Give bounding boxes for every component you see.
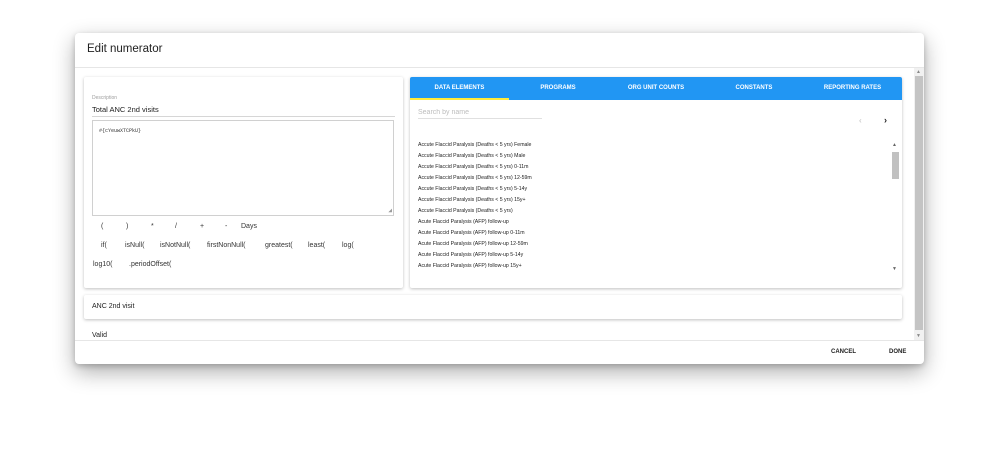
dialog-scrollbar-thumb[interactable] (915, 76, 923, 330)
description-input[interactable] (92, 105, 392, 114)
active-tab-indicator (410, 98, 509, 100)
operator-open-paren-button[interactable]: ( (101, 223, 103, 230)
expression-textarea[interactable]: #{cYeuwXTCPkU} ◢ (92, 120, 394, 216)
function-if-button[interactable]: if( (101, 242, 107, 249)
expression-description-panel: ANC 2nd visit (84, 295, 902, 319)
tab-programs[interactable]: PROGRAMS (509, 77, 607, 100)
list-item[interactable]: Acute Flaccid Paralysis (AFP) follow-up … (418, 261, 888, 272)
operator-minus-button[interactable]: - (225, 223, 227, 230)
chevron-left-icon[interactable]: ‹ (859, 116, 862, 125)
function-greatest-button[interactable]: greatest( (265, 242, 293, 249)
description-label: Description (92, 95, 118, 101)
chevron-right-icon[interactable]: › (884, 115, 887, 125)
dialog-title: Edit numerator (87, 43, 163, 55)
function-isnull-button[interactable]: isNull( (125, 242, 144, 249)
tab-reporting-rates[interactable]: REPORTING RATES (803, 77, 902, 100)
dialog-actions: CANCEL DONE (75, 340, 924, 364)
list-item[interactable]: Acute Flaccid Paralysis (AFP) follow-up (418, 217, 888, 228)
list-item[interactable]: Acute Flaccid Paralysis (AFP) follow-up … (418, 228, 888, 239)
function-firstnonnull-button[interactable]: firstNonNull( (207, 242, 246, 249)
function-log10-button[interactable]: log10( (93, 261, 112, 268)
scroll-down-icon[interactable]: ▼ (916, 333, 921, 339)
cancel-button[interactable]: CANCEL (831, 349, 856, 355)
validation-status: Valid (92, 332, 108, 339)
picker-tab-bar: DATA ELEMENTS PROGRAMS ORG UNIT COUNTS C… (410, 77, 902, 100)
expression-editor-panel: Description #{cYeuwXTCPkU} ◢ ( ) * / + -… (84, 77, 403, 288)
list-scrollbar[interactable]: ▲ ▼ (890, 142, 899, 272)
operator-divide-button[interactable]: / (175, 223, 177, 230)
dialog-content: Description #{cYeuwXTCPkU} ◢ ( ) * / + -… (75, 67, 924, 341)
scroll-down-icon[interactable]: ▼ (892, 266, 897, 272)
operator-days-button[interactable]: Days (241, 223, 257, 230)
list-item[interactable]: Accute Flaccid Paralysis (Deaths < 5 yrs… (418, 151, 888, 162)
list-item[interactable]: Accute Flaccid Paralysis (Deaths < 5 yrs… (418, 195, 888, 206)
list-item[interactable]: Accute Flaccid Paralysis (Deaths < 5 yrs… (418, 173, 888, 184)
scroll-up-icon[interactable]: ▲ (892, 142, 897, 148)
function-log-button[interactable]: log( (342, 242, 354, 249)
expression-description: ANC 2nd visit (92, 303, 135, 310)
dialog-scrollbar[interactable]: ▲ ▼ (914, 68, 924, 340)
done-button[interactable]: DONE (889, 349, 906, 355)
list-scrollbar-thumb[interactable] (892, 152, 899, 179)
list-item[interactable]: Accute Flaccid Paralysis (Deaths < 5 yrs… (418, 162, 888, 173)
operator-close-paren-button[interactable]: ) (126, 223, 128, 230)
function-periodoffset-button[interactable]: .periodOffset( (129, 261, 171, 268)
list-item[interactable]: Acute Flaccid Paralysis (AFP) follow-up … (418, 239, 888, 250)
scroll-up-icon[interactable]: ▲ (916, 69, 921, 75)
tab-data-elements[interactable]: DATA ELEMENTS (410, 77, 509, 100)
tab-constants[interactable]: CONSTANTS (705, 77, 803, 100)
operator-multiply-button[interactable]: * (151, 223, 154, 230)
function-least-button[interactable]: least( (308, 242, 325, 249)
expression-text: #{cYeuwXTCPkU} (99, 128, 142, 134)
edit-numerator-dialog: Edit numerator Description #{cYeuwXTCPkU… (75, 33, 924, 364)
resize-handle-icon[interactable]: ◢ (388, 207, 392, 214)
function-isnotnull-button[interactable]: isNotNull( (160, 242, 190, 249)
list-item[interactable]: Acute Flaccid Paralysis (AFP) follow-up … (418, 250, 888, 261)
tab-org-unit-counts[interactable]: ORG UNIT COUNTS (607, 77, 705, 100)
operator-plus-button[interactable]: + (200, 223, 204, 230)
list-item[interactable]: Accute Flaccid Paralysis (Deaths < 5 yrs… (418, 140, 888, 151)
item-picker-panel: DATA ELEMENTS PROGRAMS ORG UNIT COUNTS C… (410, 77, 902, 288)
list-item[interactable]: Accute Flaccid Paralysis (Deaths < 5 yrs… (418, 184, 888, 195)
search-input[interactable] (418, 107, 542, 119)
description-underline (92, 116, 395, 117)
list-item[interactable]: Accute Flaccid Paralysis (Deaths < 5 yrs… (418, 206, 888, 217)
data-element-list: Accute Flaccid Paralysis (Deaths < 5 yrs… (418, 140, 888, 272)
